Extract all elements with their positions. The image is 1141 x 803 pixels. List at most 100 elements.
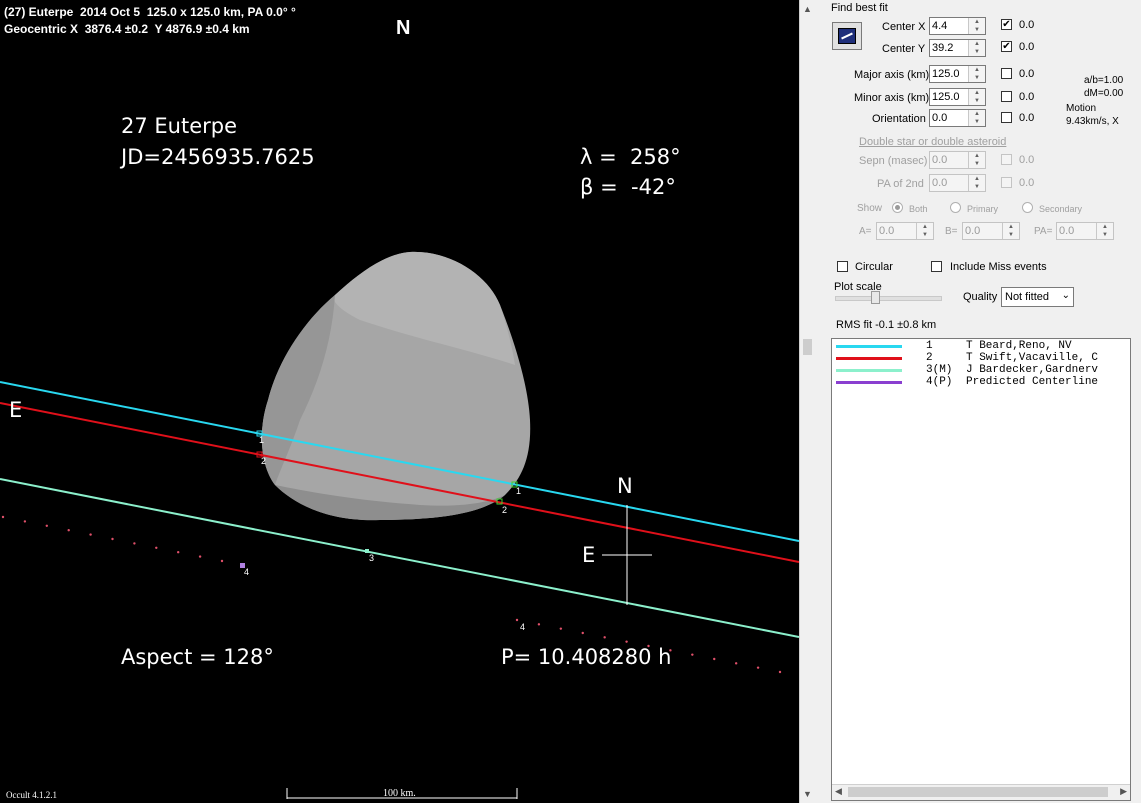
legend-horizontal-scrollbar[interactable]: ◀ ▶ — [832, 784, 1130, 800]
find-best-fit-button[interactable] — [832, 22, 862, 50]
north-indicator-top: N — [396, 17, 411, 39]
a-input[interactable] — [879, 224, 913, 238]
plot-scale-slider[interactable] — [835, 296, 942, 301]
center-x-field[interactable]: ▲▼ — [929, 17, 986, 35]
scroll-thumb[interactable] — [848, 787, 1108, 797]
chord-label-1a: 1 — [259, 435, 265, 445]
major-axis-input[interactable] — [932, 67, 965, 81]
compass-north-label: N — [617, 474, 633, 498]
chord-label-4a: 4 — [244, 567, 250, 577]
sepn-input[interactable] — [932, 153, 965, 167]
panel-scrollbar[interactable]: ▲ ▼ — [799, 0, 816, 803]
occultation-plot[interactable]: (27) Euterpe 2014 Oct 5 125.0 x 125.0 km… — [0, 0, 799, 803]
spin-up-icon[interactable]: ▲ — [1097, 223, 1113, 231]
major-axis-field[interactable]: ▲▼ — [929, 65, 986, 83]
show-primary-radio[interactable] — [950, 202, 961, 213]
predicted-path-dot — [1, 515, 5, 519]
show-both-radio[interactable] — [892, 202, 903, 213]
ecliptic-longitude: λ = 258° — [580, 145, 681, 169]
scroll-right-icon[interactable]: ▶ — [1120, 786, 1127, 797]
scroll-down-icon[interactable]: ▼ — [803, 789, 812, 799]
minor-axis-check-value: 0.0 — [1019, 91, 1035, 103]
plot-canvas — [0, 251, 799, 799]
predicted-path-dots-left — [1, 515, 224, 563]
aspect-angle: Aspect = 128° — [121, 645, 274, 669]
pa-2nd-field[interactable]: ▲▼ — [929, 174, 986, 192]
circular-checkbox[interactable] — [837, 261, 848, 272]
minor-axis-checkbox[interactable] — [1001, 91, 1012, 102]
motion-label: Motion — [1066, 103, 1097, 114]
legend-row[interactable]: 4(P) Predicted Centerline — [832, 376, 1130, 389]
center-y-checkbox[interactable]: ✔ — [1001, 41, 1012, 52]
predicted-path-dot — [220, 559, 224, 563]
legend-observer: Predicted Centerline — [966, 376, 1099, 388]
orientation-checkbox[interactable] — [1001, 112, 1012, 123]
legend-swatch — [836, 381, 902, 384]
spin-down-icon[interactable]: ▼ — [969, 48, 985, 56]
legend-swatch — [836, 345, 902, 348]
legend-swatch — [836, 357, 902, 360]
spin-up-icon[interactable]: ▲ — [969, 175, 985, 183]
spin-up-icon[interactable]: ▲ — [969, 110, 985, 118]
spin-down-icon[interactable]: ▼ — [969, 160, 985, 168]
chevron-down-icon: ⌄ — [1061, 290, 1070, 301]
spin-up-icon[interactable]: ▲ — [969, 40, 985, 48]
predicted-path-dot — [515, 618, 519, 622]
predicted-path-dot — [603, 636, 606, 639]
spin-up-icon[interactable]: ▲ — [969, 89, 985, 97]
minor-axis-field[interactable]: ▲▼ — [929, 88, 986, 106]
center-y-input[interactable] — [932, 41, 965, 55]
predicted-path-dot — [625, 640, 628, 643]
rotation-period: P= 10.408280 h — [501, 645, 672, 669]
orientation-label: Orientation — [872, 113, 926, 125]
orientation-input[interactable] — [932, 111, 965, 125]
legend-observer: T Swift,Vacaville, C — [966, 352, 1099, 364]
pa-field[interactable]: ▲▼ — [1056, 222, 1114, 240]
show-secondary-label: Secondary — [1039, 204, 1083, 214]
spin-up-icon[interactable]: ▲ — [969, 66, 985, 74]
include-miss-checkbox[interactable] — [931, 261, 942, 272]
spin-down-icon[interactable]: ▼ — [969, 183, 985, 191]
include-miss-label: Include Miss events — [950, 261, 1047, 273]
pa-input[interactable] — [1059, 224, 1093, 238]
spin-down-icon[interactable]: ▼ — [969, 26, 985, 34]
scroll-up-icon[interactable]: ▲ — [803, 4, 812, 14]
legend-number: 2 — [926, 352, 933, 364]
plot-header-line2: Geocentric X 3876.4 ±0.2 Y 4876.9 ±0.4 k… — [4, 22, 250, 36]
show-secondary-radio[interactable] — [1022, 202, 1033, 213]
pa-2nd-input[interactable] — [932, 176, 965, 190]
orientation-check-value: 0.0 — [1019, 112, 1035, 124]
spin-down-icon[interactable]: ▼ — [969, 74, 985, 82]
spin-down-icon[interactable]: ▼ — [917, 231, 933, 239]
spin-up-icon[interactable]: ▲ — [917, 223, 933, 231]
b-input[interactable] — [965, 224, 999, 238]
motion-value: 9.43km/s, X — [1066, 116, 1119, 127]
plot-scale-slider-thumb[interactable] — [871, 291, 880, 304]
center-x-checkbox[interactable]: ✔ — [1001, 19, 1012, 30]
spin-up-icon[interactable]: ▲ — [969, 18, 985, 26]
spin-up-icon[interactable]: ▲ — [1003, 223, 1019, 231]
pa-label: PA= — [1034, 226, 1053, 237]
spin-down-icon[interactable]: ▼ — [969, 97, 985, 105]
scroll-thumb[interactable] — [803, 339, 812, 355]
quality-dropdown[interactable]: Not fitted ⌄ — [1001, 287, 1074, 307]
pa-2nd-checkbox[interactable] — [1001, 177, 1012, 188]
a-field[interactable]: ▲▼ — [876, 222, 934, 240]
b-field[interactable]: ▲▼ — [962, 222, 1020, 240]
spin-down-icon[interactable]: ▼ — [969, 118, 985, 126]
b-label: B= — [945, 226, 958, 237]
major-axis-checkbox[interactable] — [1001, 68, 1012, 79]
spin-up-icon[interactable]: ▲ — [969, 152, 985, 160]
sepn-field[interactable]: ▲▼ — [929, 151, 986, 169]
legend-observer: T Beard,Reno, NV — [966, 340, 1072, 352]
spin-down-icon[interactable]: ▼ — [1097, 231, 1113, 239]
double-star-link[interactable]: Double star or double asteroid — [859, 136, 1006, 148]
spin-down-icon[interactable]: ▼ — [1003, 231, 1019, 239]
sepn-checkbox[interactable] — [1001, 154, 1012, 165]
center-x-input[interactable] — [932, 19, 965, 33]
center-y-field[interactable]: ▲▼ — [929, 39, 986, 57]
minor-axis-input[interactable] — [932, 90, 965, 104]
observer-legend-list[interactable]: 1 T Beard,Reno, NV 2 T Swift,Vacaville, … — [831, 338, 1131, 801]
scroll-left-icon[interactable]: ◀ — [835, 786, 842, 797]
orientation-field[interactable]: ▲▼ — [929, 109, 986, 127]
